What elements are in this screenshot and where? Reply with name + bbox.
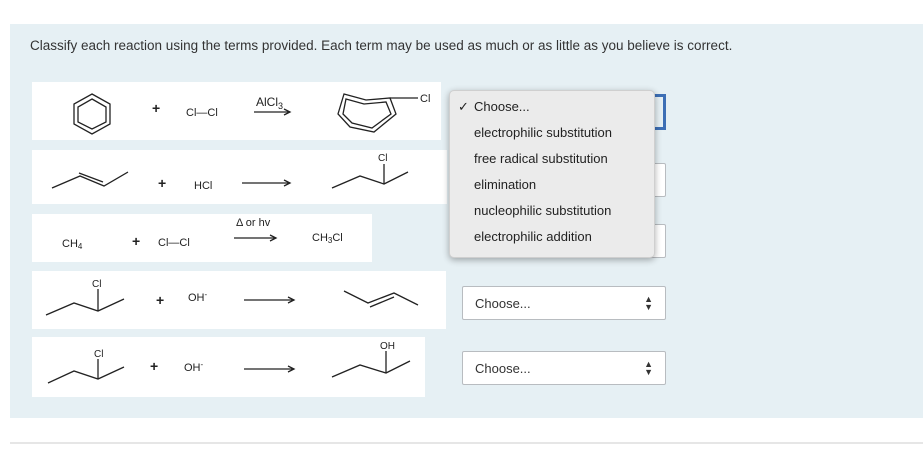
select-arrows-icon: ▲ ▼	[644, 359, 653, 377]
reaction-2-structures: + HCl Cl	[51, 153, 409, 192]
reaction-5-plus: +	[150, 358, 158, 374]
reaction-4-select[interactable]: Choose... ▲ ▼	[462, 286, 666, 320]
instructions-text: Classify each reaction using the terms p…	[30, 38, 733, 53]
reaction-5-reagent: OH-	[184, 360, 204, 374]
reaction-5-select-value: Choose...	[475, 361, 531, 376]
reaction-4-plus: +	[156, 292, 164, 308]
reaction-5-structures: Cl + OH- OH	[47, 341, 411, 384]
divider	[10, 442, 923, 444]
select-arrows-icon: ▲ ▼	[644, 294, 653, 312]
dropdown-option-electrophilic-addition[interactable]: electrophilic addition	[474, 229, 592, 244]
dropdown-option-choose[interactable]: Choose...	[474, 99, 530, 114]
reaction-4-reactant-label: Cl	[92, 279, 101, 290]
reaction-1-reagent: Cl—Cl	[186, 107, 218, 119]
reaction-3-plus: +	[132, 233, 140, 249]
reaction-2-product-label: Cl	[378, 153, 387, 164]
reaction-1-dropdown-menu[interactable]: ✓ Choose... electrophilic substitution f…	[449, 90, 655, 258]
reaction-3-product: CH3Cl	[312, 232, 343, 245]
reaction-4-select-value: Choose...	[475, 296, 531, 311]
checkmark-icon: ✓	[458, 99, 469, 114]
reaction-5-reactant-label: Cl	[94, 349, 103, 360]
reaction-1-structures: + Cl—Cl AlCl3 Cl	[73, 93, 430, 135]
dropdown-option-elimination[interactable]: elimination	[474, 177, 536, 192]
reaction-1-plus: +	[152, 100, 160, 116]
reaction-5-product-label: OH	[380, 341, 395, 352]
reaction-card-3: CH4 + Cl—Cl Δ or hv CH3Cl	[32, 214, 372, 262]
dropdown-option-electrophilic-substitution[interactable]: electrophilic substitution	[474, 125, 612, 140]
reaction-5-select[interactable]: Choose... ▲ ▼	[462, 351, 666, 385]
reaction-2-plus: +	[158, 175, 166, 191]
reaction-1-catalyst: AlCl3	[256, 95, 283, 111]
reaction-card-1: + Cl—Cl AlCl3 Cl	[32, 82, 441, 140]
reaction-card-2: + HCl Cl	[32, 150, 447, 204]
reaction-card-5: Cl + OH- OH	[32, 337, 425, 397]
reaction-1-product-label: Cl	[420, 93, 430, 105]
dropdown-option-nucleophilic-substitution[interactable]: nucleophilic substitution	[474, 203, 611, 218]
reaction-2-reagent: HCl	[194, 180, 212, 192]
reaction-3-reagent: Cl—Cl	[158, 237, 190, 249]
reaction-3-structures: CH4 + Cl—Cl Δ or hv CH3Cl	[62, 217, 343, 251]
reaction-3-reactant: CH4	[62, 238, 83, 251]
reaction-4-reagent: OH-	[188, 290, 208, 304]
dropdown-option-free-radical-substitution[interactable]: free radical substitution	[474, 151, 608, 166]
reaction-card-4: Cl + OH-	[32, 271, 446, 329]
reaction-3-condition: Δ or hv	[236, 217, 271, 229]
reaction-4-structures: Cl + OH-	[45, 279, 419, 316]
